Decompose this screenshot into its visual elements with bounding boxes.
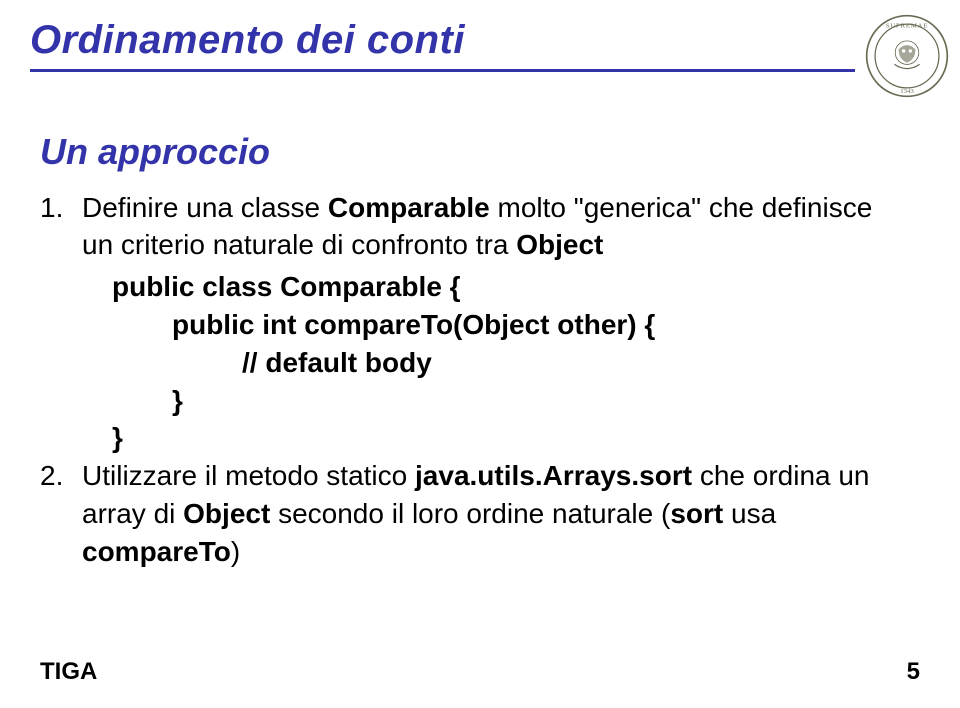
svg-text:1343: 1343: [900, 88, 914, 95]
slide-header: Ordinamento dei conti SUPREMAE 1343: [30, 18, 930, 98]
list-text: Definire una classe Comparable molto "ge…: [82, 189, 910, 265]
svg-text:SUPREMAE: SUPREMAE: [886, 22, 929, 29]
code-line: public int compareTo(Object other) {: [82, 306, 910, 344]
list-text: Utilizzare il metodo statico java.utils.…: [82, 457, 910, 570]
footer-left: TIGA: [40, 658, 97, 686]
subtitle: Un approccio: [40, 128, 910, 177]
text-span: secondo il loro ordine naturale (: [270, 498, 670, 529]
bold-text: java.utils.Arrays.sort: [415, 460, 692, 491]
title-underline: [30, 69, 855, 72]
bold-text: Object: [183, 498, 270, 529]
text-span: Definire una classe: [82, 192, 328, 223]
list-number: 2.: [40, 457, 82, 495]
bold-text: compareTo: [82, 536, 231, 567]
slide-footer: TIGA 5: [40, 658, 920, 686]
code-line: public class Comparable {: [82, 268, 910, 306]
list-item: 1. Definire una classe Comparable molto …: [40, 189, 910, 265]
bold-text: Object: [516, 229, 603, 260]
code-line: // default body: [82, 344, 910, 382]
code-block: public class Comparable { public int com…: [82, 268, 910, 457]
slide-content: Un approccio 1. Definire una classe Comp…: [30, 98, 930, 571]
page-number: 5: [907, 658, 920, 686]
bold-text: sort: [670, 498, 723, 529]
university-seal-icon: SUPREMAE 1343: [865, 14, 949, 98]
text-span: ): [231, 536, 240, 567]
code-line: }: [82, 419, 910, 457]
list-number: 1.: [40, 189, 82, 227]
title-block: Ordinamento dei conti: [30, 18, 855, 72]
text-span: usa: [723, 498, 776, 529]
page-title: Ordinamento dei conti: [30, 18, 855, 63]
code-line: }: [82, 382, 910, 420]
text-span: Utilizzare il metodo statico: [82, 460, 415, 491]
list-item: 2. Utilizzare il metodo statico java.uti…: [40, 457, 910, 570]
bold-text: Comparable: [328, 192, 490, 223]
